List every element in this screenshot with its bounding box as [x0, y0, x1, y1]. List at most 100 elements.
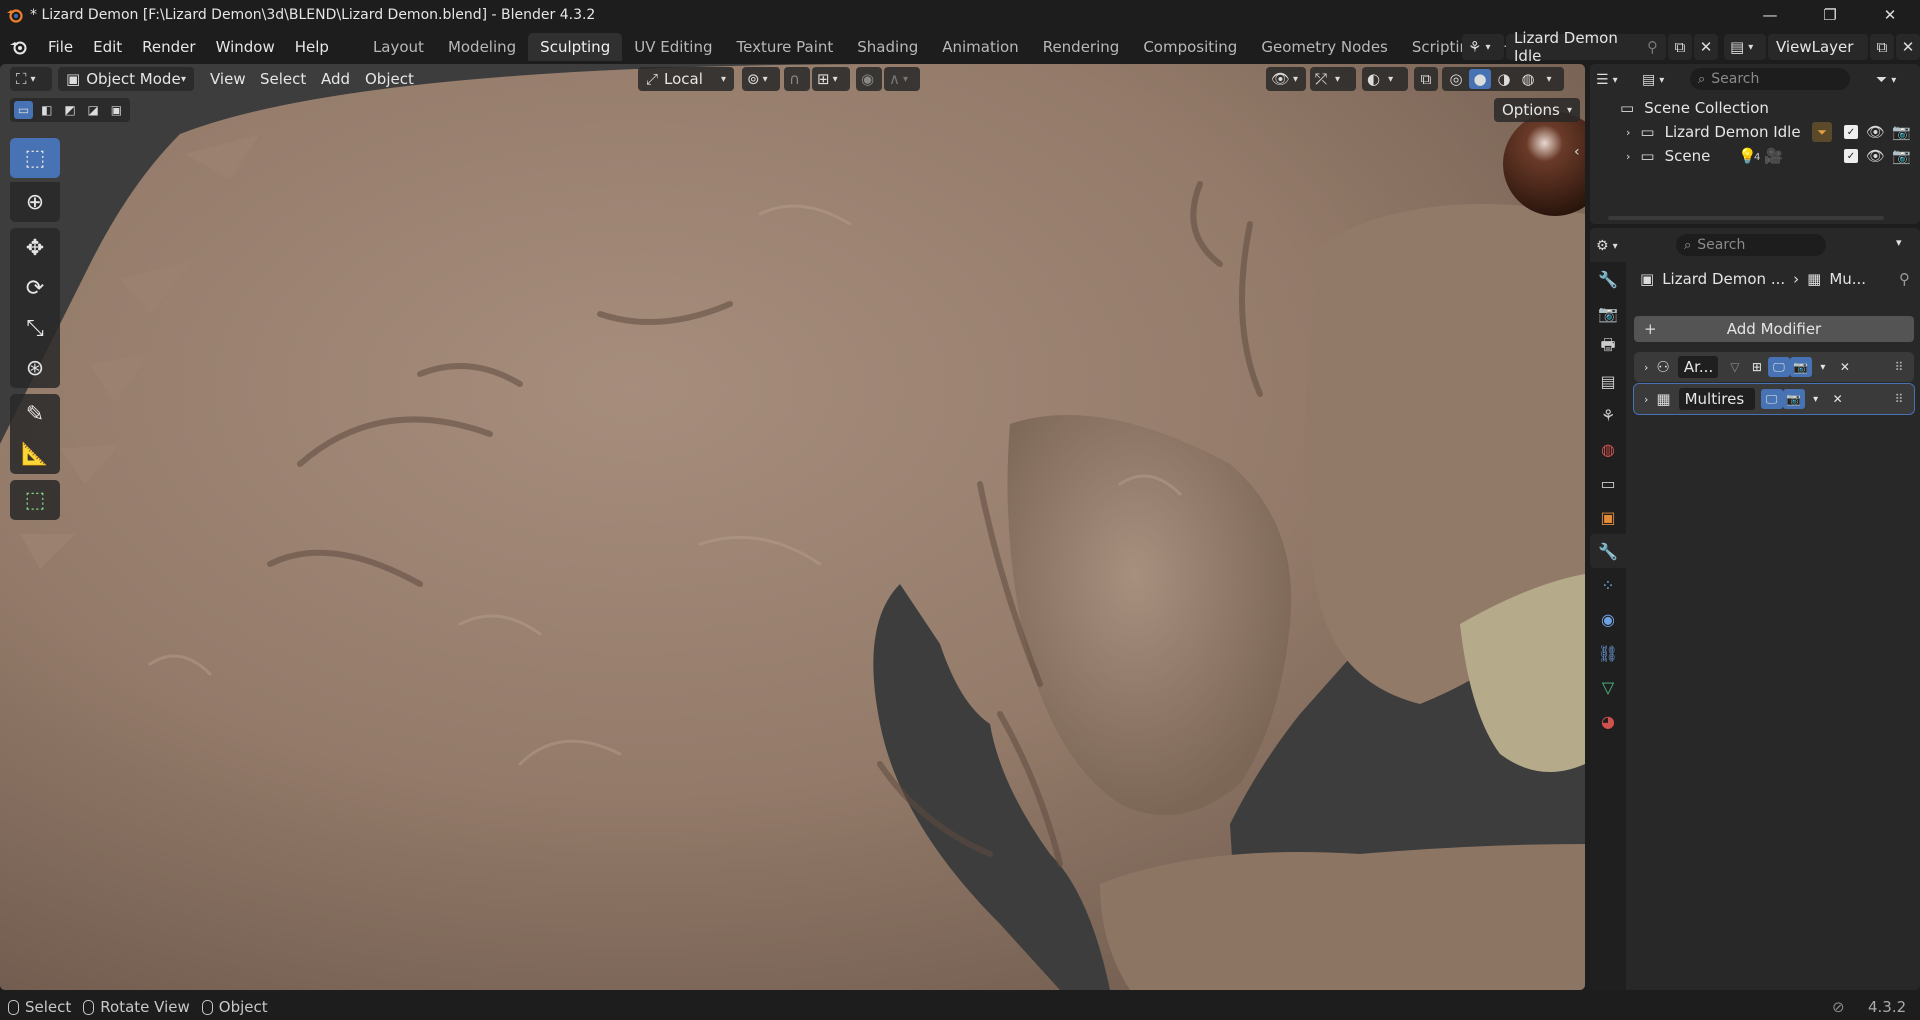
mode-dropdown[interactable]: ▣ Object Mode ▾ [58, 67, 194, 91]
annotate-tool[interactable]: ✎ [10, 394, 60, 434]
realtime-display-icon[interactable]: 🖵 [1767, 357, 1790, 377]
drag-handle-icon[interactable]: ⠿ [1888, 357, 1910, 377]
tab-scene[interactable]: ⚘ [1590, 398, 1626, 432]
render-toggle-icon[interactable]: 📷 [1782, 389, 1805, 409]
tab-tool[interactable]: 🔧 [1590, 262, 1626, 296]
camera-icon[interactable]: 📷 [1892, 123, 1911, 141]
new-scene-button[interactable]: ⧉ [1668, 34, 1692, 60]
cursor-tool[interactable]: ⊕ [10, 182, 60, 222]
delete-scene-button[interactable]: ✕ [1694, 34, 1718, 60]
wireframe-shading-icon[interactable]: ◎ [1445, 70, 1467, 88]
render-toggle-icon[interactable]: 📷 [1789, 357, 1812, 377]
tab-material[interactable]: ◕ [1590, 704, 1626, 738]
tab-particles[interactable]: ⁘ [1590, 568, 1626, 602]
menu-window[interactable]: Window [206, 34, 285, 60]
new-view-layer-button[interactable]: ⧉ [1870, 34, 1894, 60]
snap-toggle[interactable]: ∩ [784, 67, 810, 91]
chevron-down-icon[interactable]: ▾ [1541, 74, 1557, 85]
falloff-dropdown[interactable]: ∧ ▾ [884, 67, 920, 91]
tab-render[interactable]: 📷 [1590, 296, 1626, 330]
on-cage-icon[interactable]: ▽ [1724, 357, 1746, 377]
scale-tool[interactable]: ⤡ [10, 308, 60, 348]
tab-data[interactable]: ▽ [1590, 670, 1626, 704]
chevron-down-icon[interactable]: ▾ [1812, 357, 1834, 377]
remove-modifier-icon[interactable]: ✕ [1834, 357, 1856, 377]
proportional-edit-toggle[interactable]: ◉ [856, 67, 882, 91]
transform-orientation-dropdown[interactable]: ⤢ Local ▾ [638, 67, 734, 91]
scene-name-field[interactable]: Lizard Demon Idle ⚲ [1506, 29, 1666, 65]
view-layer-type-dropdown[interactable]: ▤ ▾ [1724, 34, 1766, 60]
add-cube-tool[interactable]: ⬚ [10, 480, 60, 520]
menu-view[interactable]: View [210, 70, 246, 88]
add-modifier-button[interactable]: + Add Modifier [1634, 316, 1914, 342]
select-box-tool[interactable]: ⬚ [10, 138, 60, 178]
eye-icon[interactable]: 👁 [1866, 147, 1885, 165]
tab-view-layer[interactable]: ▤ [1590, 364, 1626, 398]
editor-type-dropdown[interactable]: ⛶ ▾ [10, 67, 52, 91]
modifier-name-field[interactable]: Ar... [1677, 356, 1718, 378]
scene-type-dropdown[interactable]: ⚘ ▾ [1462, 34, 1504, 60]
menu-render[interactable]: Render [132, 34, 205, 60]
select-intersect-icon[interactable]: ▣ [107, 103, 126, 117]
menu-edit[interactable]: Edit [83, 34, 132, 60]
filter-funnel-icon[interactable]: ⏷ [1812, 122, 1832, 142]
checkbox-icon[interactable]: ✓ [1844, 125, 1858, 139]
maximize-button[interactable]: ❐ [1800, 0, 1860, 30]
menu-object[interactable]: Object [365, 70, 414, 88]
sidebar-toggle-icon[interactable]: ‹ [1574, 144, 1580, 160]
tab-geometry-nodes[interactable]: Geometry Nodes [1249, 33, 1400, 61]
drag-handle-icon[interactable]: ⠿ [1888, 389, 1910, 409]
tab-world[interactable]: ◍ [1590, 432, 1626, 466]
rendered-shading-icon[interactable]: ◍ [1517, 70, 1539, 88]
tab-sculpting[interactable]: Sculpting [528, 33, 623, 61]
outliner-search-input[interactable]: ⌕ Search [1690, 68, 1850, 90]
pivot-point-dropdown[interactable]: ⊚ ▾ [742, 67, 780, 91]
tab-collection[interactable]: ▭ [1590, 466, 1626, 500]
display-mode-dropdown[interactable]: ▤ ▾ [1642, 68, 1684, 92]
tab-modifiers[interactable]: 🔧 [1590, 534, 1626, 568]
options-dropdown[interactable]: Options ▾ [1494, 98, 1580, 122]
view-layer-field[interactable]: ViewLayer [1768, 34, 1868, 60]
tab-object[interactable]: ▣ [1590, 500, 1626, 534]
outliner-row-lizard-demon-idle[interactable]: › ▭ Lizard Demon Idle ⏷ ✓ 👁 📷 [1590, 120, 1920, 144]
visibility-dropdown[interactable]: 👁 ▾ [1266, 67, 1306, 91]
chevron-right-icon[interactable]: › [1644, 361, 1648, 374]
gizmo-dropdown[interactable]: ⤱ ▾ [1310, 67, 1356, 91]
tab-rendering[interactable]: Rendering [1031, 33, 1132, 61]
rotate-tool[interactable]: ⟳ [10, 268, 60, 308]
properties-search-input[interactable]: ⌕ Search [1676, 234, 1826, 256]
blender-menu-icon[interactable] [0, 34, 38, 60]
select-new-icon[interactable]: ▭ [14, 101, 34, 119]
camera-icon[interactable]: 📷 [1892, 147, 1911, 165]
tab-uv-editing[interactable]: UV Editing [622, 33, 724, 61]
tab-constraints[interactable]: ⛓ [1590, 636, 1626, 670]
tab-shading[interactable]: Shading [845, 33, 930, 61]
modifier-name-field[interactable]: Multires [1678, 388, 1755, 410]
menu-add[interactable]: Add [321, 70, 350, 88]
chevron-down-icon[interactable]: ▾ [1896, 236, 1902, 249]
tab-texture-paint[interactable]: Texture Paint [724, 33, 845, 61]
realtime-display-icon[interactable]: 🖵 [1760, 389, 1783, 409]
outliner-scrollbar[interactable] [1608, 216, 1884, 220]
outliner-row-scene[interactable]: › ▭ Scene 💡 4 🎥 ✓ 👁 📷 [1590, 144, 1920, 168]
snap-target-dropdown[interactable]: ⊞ ▾ [812, 67, 850, 91]
tab-compositing[interactable]: Compositing [1131, 33, 1249, 61]
minimize-button[interactable]: — [1740, 0, 1800, 30]
properties-editor-type[interactable]: ⚙ ▾ [1596, 234, 1636, 258]
tab-physics[interactable]: ◉ [1590, 602, 1626, 636]
menu-file[interactable]: File [38, 34, 83, 60]
material-shading-icon[interactable]: ◑ [1493, 70, 1515, 88]
tab-output[interactable]: 🖶 [1590, 330, 1626, 364]
outliner-row-scene-collection[interactable]: ▭ Scene Collection [1590, 96, 1920, 120]
close-window-button[interactable]: ✕ [1860, 0, 1920, 30]
checkbox-icon[interactable]: ✓ [1844, 149, 1858, 163]
pin-icon[interactable]: ⚲ [1899, 270, 1910, 288]
eye-icon[interactable]: 👁 [1866, 123, 1885, 141]
chevron-right-icon[interactable]: › [1626, 126, 1630, 139]
transform-tool[interactable]: ⊛ [10, 348, 60, 388]
menu-select[interactable]: Select [260, 70, 306, 88]
3d-viewport[interactable]: ⛶ ▾ ▣ Object Mode ▾ View Select Add Objec… [0, 64, 1585, 990]
chevron-down-icon[interactable]: ▾ [1805, 389, 1827, 409]
tab-layout[interactable]: Layout [361, 33, 436, 61]
modifier-panel-multires[interactable]: › ▦ Multires 🖵 📷 ▾ ✕ ⠿ [1633, 383, 1915, 415]
